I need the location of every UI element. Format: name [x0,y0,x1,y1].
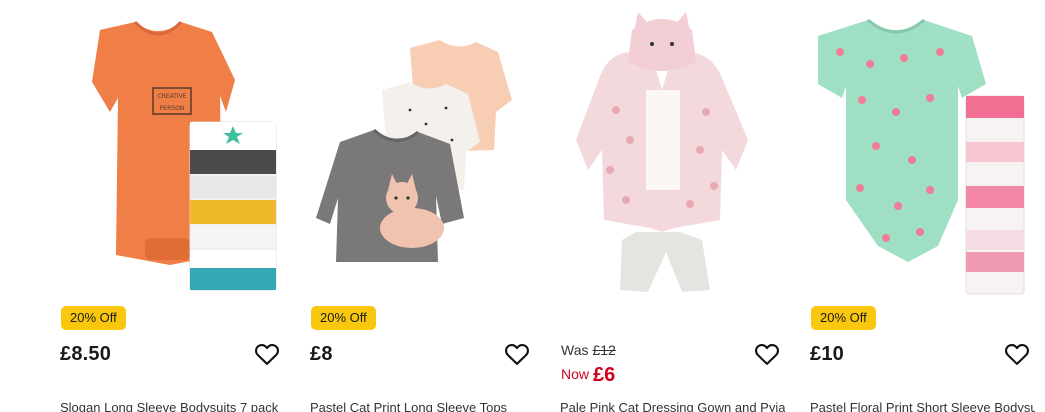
wishlist-heart-icon[interactable] [753,340,781,368]
was-label: Was [561,342,589,358]
product-name[interactable]: Pale Pink Cat Dressing Gown and Pyjamas [560,400,785,412]
product-image[interactable]: CREATIVE PERSON [50,0,290,300]
original-price: £12 [592,342,616,358]
product-grid: CREATIVE PERSON 20% Off £8.50 Slogan Lon… [0,0,1045,412]
product-name[interactable]: Pastel Cat Print Long Sleeve Tops [310,400,535,412]
discount-badge: 20% Off [311,306,376,330]
product-card[interactable]: Was £12 Now £6 Pale Pink Cat Dressing Gown… [550,0,790,412]
product-card[interactable]: 20% Off £8 Pastel Cat Print Long Sleeve … [300,0,540,412]
product-price: £8.50 [60,343,112,365]
svg-text:CREATIVE: CREATIVE [157,93,186,100]
discount-badge: 20% Off [811,306,876,330]
product-price: £8 [310,343,333,365]
product-image[interactable] [800,0,1040,300]
product-name[interactable]: Slogan Long Sleeve Bodysuits 7 pack [60,400,285,412]
product-price: £10 [810,343,844,365]
now-label: Now [561,366,590,382]
product-card[interactable]: 20% Off £10 Pastel Floral Print Short Sl… [800,0,1040,412]
sale-price: £6 [593,364,616,386]
svg-text:PERSON: PERSON [160,105,185,112]
wishlist-heart-icon[interactable] [253,340,281,368]
product-card[interactable]: CREATIVE PERSON 20% Off £8.50 Slogan Lon… [50,0,290,412]
wishlist-heart-icon[interactable] [1003,340,1031,368]
now-price: Now £6 [561,364,615,387]
was-price: Was £12 [561,342,616,358]
product-name[interactable]: Pastel Floral Print Short Sleeve Bodysui… [810,400,1035,412]
wishlist-heart-icon[interactable] [503,340,531,368]
discount-badge: 20% Off [61,306,126,330]
product-image[interactable] [550,0,790,300]
product-image[interactable] [300,0,540,300]
